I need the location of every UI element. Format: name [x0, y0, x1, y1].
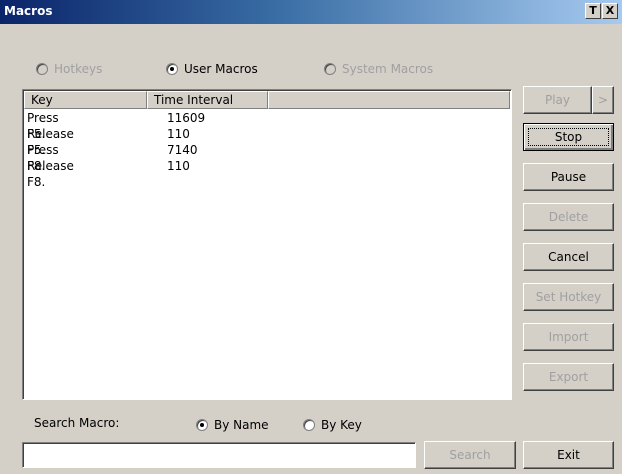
radio-by-key-label: By Key [321, 418, 362, 432]
search-input[interactable] [22, 442, 416, 468]
set-hotkey-button[interactable]: Set Hotkey [523, 283, 614, 311]
window-title: Macros [4, 4, 53, 18]
radio-by-name-label: By Name [214, 418, 269, 432]
radio-user-macros[interactable]: User Macros [166, 61, 258, 77]
cancel-button[interactable]: Cancel [523, 243, 614, 271]
exit-button[interactable]: Exit [523, 441, 614, 469]
cell-time-interval: 110 [167, 159, 190, 173]
radio-hotkeys[interactable]: Hotkeys [36, 61, 102, 77]
radio-system-macros[interactable]: System Macros [324, 61, 433, 77]
cell-time-interval: 110 [167, 127, 190, 141]
radio-circle-icon [324, 63, 336, 75]
play-options-button[interactable]: > [592, 86, 614, 114]
column-header-time-interval[interactable]: Time Interval [147, 91, 268, 109]
radio-hotkeys-label: Hotkeys [54, 62, 103, 76]
delete-button[interactable]: Delete [523, 203, 614, 231]
radio-user-macros-label: User Macros [184, 62, 258, 76]
cell-time-interval: 7140 [167, 143, 198, 157]
play-button[interactable]: Play [523, 86, 592, 114]
radio-by-name[interactable]: By Name [196, 417, 269, 433]
radio-selected-icon [196, 419, 208, 431]
export-button[interactable]: Export [523, 363, 614, 391]
radio-circle-icon [36, 63, 48, 75]
radio-circle-icon [303, 419, 315, 431]
radio-selected-icon [166, 63, 178, 75]
stop-button[interactable]: Stop [523, 123, 614, 151]
title-bar: Macros T X [0, 0, 622, 24]
close-button[interactable]: X [602, 3, 618, 19]
radio-by-key[interactable]: By Key [303, 417, 362, 433]
cell-key: Release F8. [27, 159, 74, 189]
radio-system-macros-label: System Macros [342, 62, 434, 76]
stop-button-label: Stop [528, 128, 609, 146]
cell-time-interval: 11609 [167, 111, 206, 125]
import-button[interactable]: Import [523, 323, 614, 351]
search-macro-label: Search Macro: [34, 416, 120, 430]
pin-button[interactable]: T [585, 3, 601, 19]
column-header-blank[interactable] [268, 91, 510, 109]
pause-button[interactable]: Pause [523, 163, 614, 191]
macro-list[interactable]: Key Time Interval Press F5. 11609 Releas… [22, 89, 512, 400]
column-header-key[interactable]: Key [24, 91, 147, 109]
search-button[interactable]: Search [424, 441, 516, 469]
